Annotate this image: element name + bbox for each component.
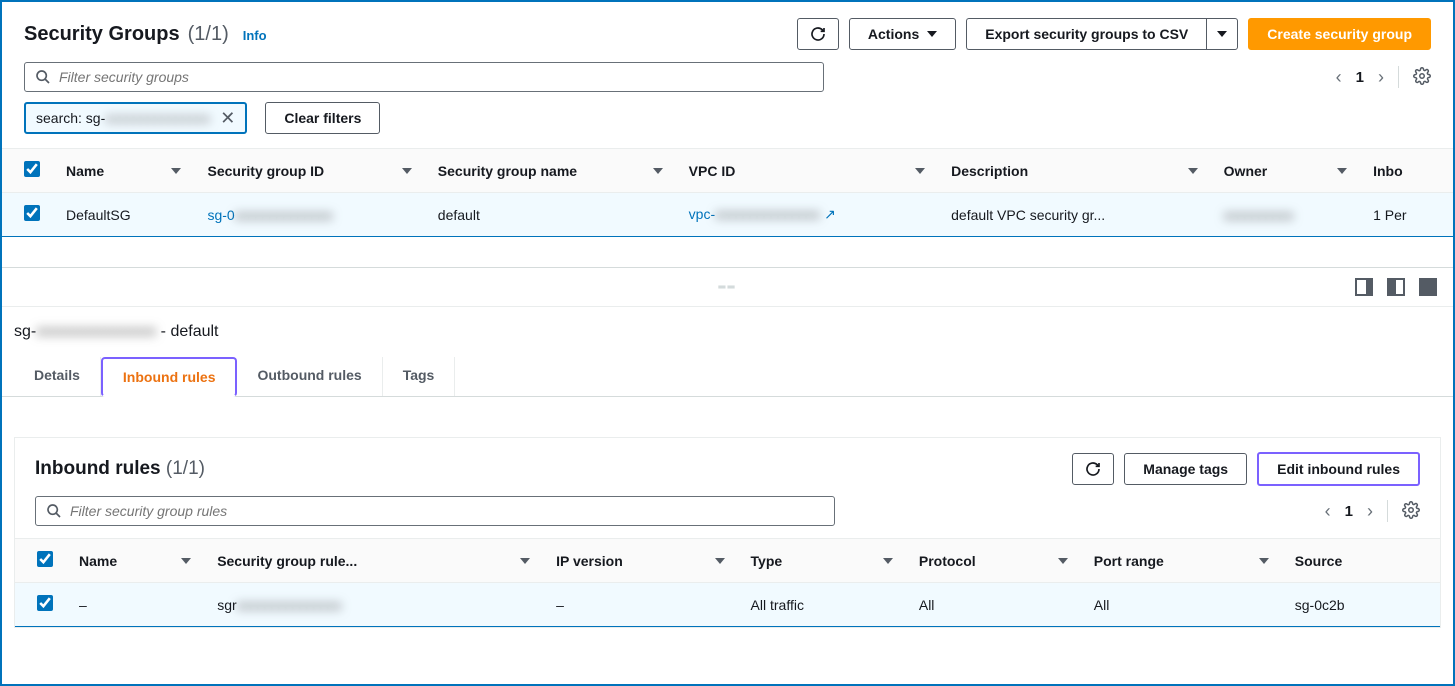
filter-rules-container[interactable] xyxy=(35,496,835,526)
cell-owner: xxxxxxxxxx xyxy=(1208,193,1357,237)
sort-icon xyxy=(1259,558,1269,564)
filter-rules-input[interactable] xyxy=(70,503,824,519)
cell-protocol: All xyxy=(903,583,1078,627)
inbound-rules-table: Name Security group rule... IP version T… xyxy=(15,538,1440,627)
search-icon xyxy=(46,503,62,519)
refresh-button[interactable] xyxy=(797,18,839,50)
rule-row-checkbox[interactable] xyxy=(37,595,53,611)
close-icon[interactable]: ✕ xyxy=(220,109,235,127)
drag-handle-icon: ══ xyxy=(718,282,736,293)
col-inbound[interactable]: Inbo xyxy=(1357,149,1453,193)
col-rule-id[interactable]: Security group rule... xyxy=(201,539,540,583)
sort-icon xyxy=(883,558,893,564)
external-link-icon: ↗ xyxy=(824,206,836,223)
view-split-icon[interactable] xyxy=(1387,278,1405,296)
chevron-down-icon xyxy=(1217,31,1227,37)
col-owner[interactable]: Owner xyxy=(1208,149,1357,193)
tab-inbound-rules[interactable]: Inbound rules xyxy=(101,357,238,397)
page-title-count: (1/1) xyxy=(188,23,229,46)
cell-sgname: default xyxy=(422,193,673,237)
filter-chip[interactable]: search: sg-xxxxxxxxxxxxxxx ✕ xyxy=(24,102,247,134)
filter-input-container[interactable] xyxy=(24,62,824,92)
sort-icon xyxy=(171,168,181,174)
sort-icon xyxy=(653,168,663,174)
view-full-icon[interactable] xyxy=(1419,278,1437,296)
cell-sgid[interactable]: sg-0xxxxxxxxxxxxxx xyxy=(191,193,421,237)
col-vpc[interactable]: VPC ID xyxy=(673,149,935,193)
edit-inbound-rules-button[interactable]: Edit inbound rules xyxy=(1257,452,1420,486)
detail-tabs: Details Inbound rules Outbound rules Tag… xyxy=(2,357,1453,397)
page-next[interactable]: › xyxy=(1378,67,1384,88)
export-csv-split: Export security groups to CSV xyxy=(966,18,1238,50)
inbound-rules-panel: Inbound rules (1/1) Manage tags Edit inb… xyxy=(14,437,1441,628)
rules-page-next[interactable]: › xyxy=(1367,501,1373,522)
sort-icon xyxy=(1058,558,1068,564)
security-groups-table: Name Security group ID Security group na… xyxy=(2,148,1453,237)
page-prev[interactable]: ‹ xyxy=(1336,67,1342,88)
cell-name: DefaultSG xyxy=(50,193,191,237)
info-link[interactable]: Info xyxy=(243,28,267,43)
cell-rule-name: – xyxy=(63,583,201,627)
cell-inbound: 1 Per xyxy=(1357,193,1453,237)
page-number: 1 xyxy=(1356,69,1364,86)
sort-icon xyxy=(181,558,191,564)
tab-details[interactable]: Details xyxy=(14,357,101,396)
split-panel-divider[interactable]: ══ xyxy=(2,267,1453,307)
select-all-checkbox[interactable] xyxy=(24,161,40,177)
refresh-icon xyxy=(1085,461,1101,477)
manage-tags-button[interactable]: Manage tags xyxy=(1124,453,1247,485)
row-checkbox[interactable] xyxy=(24,205,40,221)
table-row[interactable]: – sgrxxxxxxxxxxxxxxx – All traffic All A… xyxy=(15,583,1440,627)
chip-label: search: sg-xxxxxxxxxxxxxxx xyxy=(36,110,210,126)
cell-port: All xyxy=(1078,583,1279,627)
divider xyxy=(1387,500,1388,522)
sort-icon xyxy=(915,168,925,174)
cell-source: sg-0c2b xyxy=(1279,583,1440,627)
sort-icon xyxy=(1188,168,1198,174)
view-bottom-icon[interactable] xyxy=(1355,278,1373,296)
cell-type: All traffic xyxy=(735,583,903,627)
refresh-inbound-button[interactable] xyxy=(1072,453,1114,485)
cell-rule-id: sgrxxxxxxxxxxxxxxx xyxy=(201,583,540,627)
settings-button[interactable] xyxy=(1413,67,1431,88)
col-protocol[interactable]: Protocol xyxy=(903,539,1078,583)
inbound-rules-title: Inbound rules (1/1) xyxy=(35,458,205,479)
sort-icon xyxy=(520,558,530,564)
page-title: Security Groups xyxy=(24,23,180,46)
actions-button[interactable]: Actions xyxy=(849,18,956,50)
tab-tags[interactable]: Tags xyxy=(383,357,456,396)
table-row[interactable]: DefaultSG sg-0xxxxxxxxxxxxxx default vpc… xyxy=(2,193,1453,237)
col-port[interactable]: Port range xyxy=(1078,539,1279,583)
chevron-down-icon xyxy=(927,31,937,37)
export-csv-dropdown[interactable] xyxy=(1206,18,1238,50)
create-security-group-button[interactable]: Create security group xyxy=(1248,18,1431,50)
cell-desc: default VPC security gr... xyxy=(935,193,1208,237)
rules-page-number: 1 xyxy=(1345,503,1353,520)
rules-select-all-checkbox[interactable] xyxy=(37,551,53,567)
actions-label: Actions xyxy=(868,26,919,42)
divider xyxy=(1398,66,1399,88)
clear-filters-button[interactable]: Clear filters xyxy=(265,102,380,134)
cell-ipver: – xyxy=(540,583,734,627)
col-source[interactable]: Source xyxy=(1279,539,1440,583)
sort-icon xyxy=(402,168,412,174)
sort-icon xyxy=(715,558,725,564)
col-name[interactable]: Name xyxy=(50,149,191,193)
col-sgname[interactable]: Security group name xyxy=(422,149,673,193)
tab-outbound-rules[interactable]: Outbound rules xyxy=(237,357,382,396)
sort-icon xyxy=(1337,168,1347,174)
rules-settings-button[interactable] xyxy=(1402,501,1420,522)
export-csv-button[interactable]: Export security groups to CSV xyxy=(966,18,1206,50)
filter-security-groups-input[interactable] xyxy=(59,69,813,85)
detail-title: sg-xxxxxxxxxxxxxxx - default xyxy=(2,307,1453,345)
cell-vpc[interactable]: vpc-xxxxxxxxxxxxxxx↗ xyxy=(673,193,935,237)
col-ipver[interactable]: IP version xyxy=(540,539,734,583)
rules-page-prev[interactable]: ‹ xyxy=(1325,501,1331,522)
col-rule-name[interactable]: Name xyxy=(63,539,201,583)
search-icon xyxy=(35,69,51,85)
col-sgid[interactable]: Security group ID xyxy=(191,149,421,193)
col-desc[interactable]: Description xyxy=(935,149,1208,193)
refresh-icon xyxy=(810,26,826,42)
col-type[interactable]: Type xyxy=(735,539,903,583)
